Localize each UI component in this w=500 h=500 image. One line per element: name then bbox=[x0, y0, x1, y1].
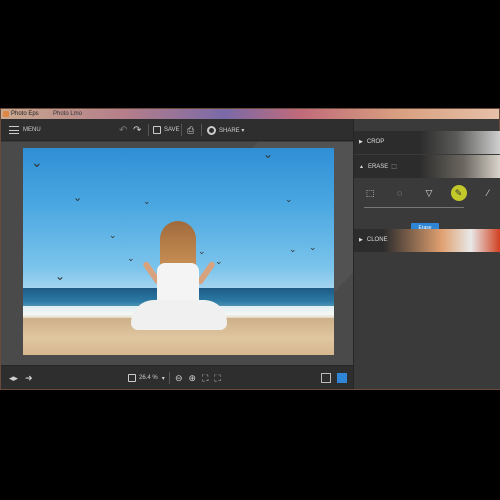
erase-label: ERASE bbox=[367, 163, 389, 170]
crop-header[interactable]: ▶ CROP bbox=[354, 131, 500, 153]
seagull-icon: ⌄ bbox=[109, 231, 117, 241]
zoom-in-icon[interactable]: ⊕ bbox=[189, 373, 197, 384]
chevron-down-icon: ▾ bbox=[161, 375, 165, 382]
redo-icon: ↷ bbox=[133, 124, 142, 136]
seagull-icon: ⌄ bbox=[263, 148, 274, 161]
single-view-button[interactable] bbox=[321, 366, 331, 390]
caret-right-icon: ▶ bbox=[359, 139, 363, 145]
panel-empty-area bbox=[354, 253, 500, 389]
statusbar-divider bbox=[169, 372, 170, 384]
actual-size-icon[interactable]: ⛶ bbox=[214, 373, 220, 384]
menu-label: MENU bbox=[23, 127, 41, 133]
toolbar-divider bbox=[181, 124, 182, 136]
next-image-button[interactable]: ➜ bbox=[25, 366, 33, 390]
rectangle-select-icon[interactable]: ⬚ bbox=[362, 188, 378, 199]
canvas-area[interactable]: ⌄ ⌄ ⌄ ⌄ ⌄ ⌄ ⌄ ⌄ ⌄ ⌄ ⌄ ⌄ bbox=[1, 142, 353, 365]
main-toolbar: MENU ↶ ↷ SAVE ⎙ SHARE ▾ bbox=[1, 119, 353, 141]
zoom-selector[interactable]: 26.4 % ▾ bbox=[128, 366, 165, 390]
seagull-icon: ⌄ bbox=[143, 197, 151, 207]
tools-panel: ▶ CROP ▲ ERASE ⬚ ⬚ ◌ ▽ ✎ ⁄ Erase ▶ CLONE bbox=[353, 119, 500, 389]
share-button[interactable]: SHARE ▾ bbox=[207, 119, 244, 141]
share-label: SHARE ▾ bbox=[219, 127, 245, 134]
seagull-icon: ⌄ bbox=[31, 155, 43, 171]
compare-view-button[interactable] bbox=[337, 366, 347, 390]
seagull-icon: ⌄ bbox=[127, 254, 135, 264]
print-button[interactable]: ⎙ bbox=[187, 119, 194, 141]
prev-icon: ◂▸ bbox=[9, 372, 19, 383]
clone-header[interactable]: ▶ CLONE bbox=[354, 229, 500, 251]
undo-button[interactable]: ↶ bbox=[119, 119, 127, 141]
seagull-icon: ⌄ bbox=[309, 243, 317, 253]
status-bar: ◂▸ ➜ 26.4 % ▾ ⊖ ⊕ ⛶ ⛶ bbox=[1, 365, 353, 389]
save-label: SAVE bbox=[164, 127, 180, 133]
erase-toolset: ⬚ ◌ ▽ ✎ ⁄ bbox=[362, 185, 496, 201]
single-view-icon bbox=[321, 373, 331, 383]
app-window: Photo Eps Photo Lmo MENU ↶ ↷ SAVE ⎙ SHAR… bbox=[0, 108, 500, 390]
fit-to-screen-icon[interactable]: ⛶ bbox=[202, 373, 208, 384]
zoom-out-icon[interactable]: ⊖ bbox=[175, 373, 183, 384]
seagull-icon: ⌄ bbox=[198, 247, 206, 257]
erase-header[interactable]: ▲ ERASE ⬚ bbox=[354, 155, 500, 178]
seagull-icon: ⌄ bbox=[215, 257, 223, 267]
zoom-value: 26.4 % bbox=[139, 375, 158, 381]
image-icon bbox=[128, 374, 136, 382]
title-bar: Photo Eps Photo Lmo bbox=[1, 109, 499, 119]
seagull-icon: ⌄ bbox=[285, 195, 293, 205]
erase-info-icon: ⬚ bbox=[391, 164, 397, 170]
toolbar-divider bbox=[201, 124, 202, 136]
caret-right-icon: ▶ bbox=[359, 237, 363, 243]
next-icon: ➜ bbox=[25, 372, 33, 383]
window-title: Photo Eps bbox=[11, 111, 39, 117]
eraser-icon[interactable]: ⁄ bbox=[480, 188, 496, 198]
prev-image-button[interactable]: ◂▸ bbox=[9, 366, 18, 390]
menu-button[interactable]: MENU bbox=[9, 119, 41, 141]
crop-section[interactable]: ▶ CROP bbox=[354, 131, 500, 154]
save-button[interactable]: SAVE bbox=[153, 119, 180, 141]
share-icon bbox=[207, 125, 216, 135]
print-icon: ⎙ bbox=[187, 124, 195, 135]
zoom-tools: ⊖ ⊕ ⛶ ⛶ bbox=[175, 366, 227, 390]
clone-section[interactable]: ▶ CLONE bbox=[354, 229, 500, 252]
undo-icon: ↶ bbox=[119, 124, 128, 136]
redo-button[interactable]: ↷ bbox=[133, 119, 141, 141]
seagull-icon: ⌄ bbox=[55, 269, 66, 283]
seagull-icon: ⌄ bbox=[289, 245, 297, 255]
photo-woman-legs bbox=[131, 300, 227, 330]
compare-view-icon bbox=[337, 373, 347, 383]
window-title-secondary: Photo Lmo bbox=[53, 111, 83, 117]
polygon-lasso-icon[interactable]: ▽ bbox=[421, 188, 437, 199]
clone-label: CLONE bbox=[366, 237, 388, 243]
save-icon bbox=[153, 126, 161, 134]
brush-size-slider[interactable] bbox=[364, 207, 464, 208]
hamburger-icon bbox=[9, 126, 19, 134]
app-icon bbox=[3, 111, 9, 117]
crop-label: CROP bbox=[366, 139, 385, 145]
caret-up-icon: ▲ bbox=[359, 163, 364, 170]
toolbar-divider bbox=[148, 124, 149, 136]
seagull-icon: ⌄ bbox=[73, 191, 83, 204]
photo-image[interactable]: ⌄ ⌄ ⌄ ⌄ ⌄ ⌄ ⌄ ⌄ ⌄ ⌄ ⌄ ⌄ bbox=[23, 148, 334, 355]
brush-icon[interactable]: ✎ bbox=[450, 185, 467, 201]
lasso-icon[interactable]: ◌ bbox=[392, 188, 408, 198]
